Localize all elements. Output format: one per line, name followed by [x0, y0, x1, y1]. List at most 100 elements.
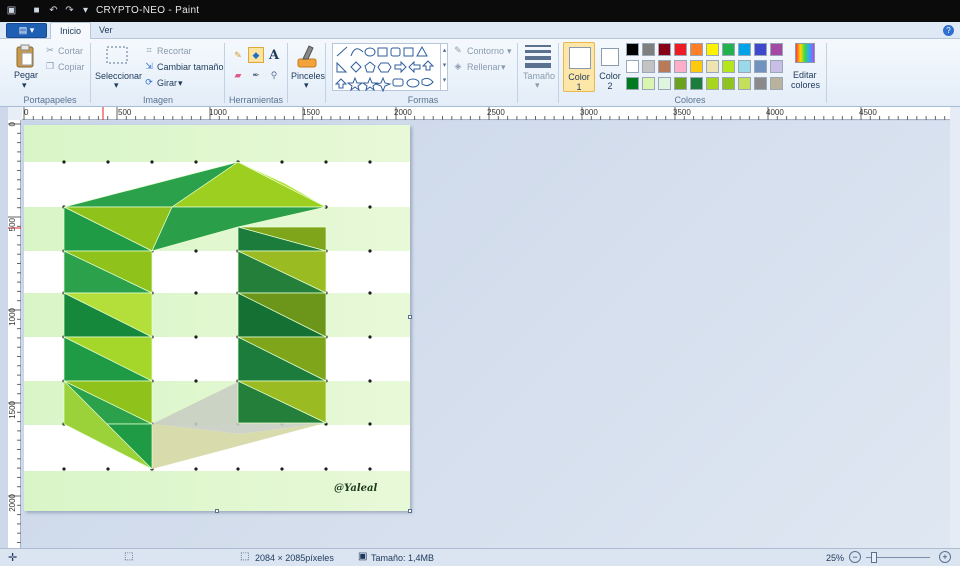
file-size-icon: ▣	[358, 551, 368, 562]
paint-menu-button[interactable]: ▤ ▾	[6, 23, 47, 38]
resize-handle-right[interactable]	[408, 315, 412, 319]
ruler-label: 1500	[8, 401, 17, 419]
shapes-scroll[interactable]: ▴ ▾ ▾	[440, 43, 448, 91]
horizontal-ruler: 0 500 1000 1500 2000 2500 3000 3500 4000…	[22, 107, 950, 120]
palette-swatch[interactable]	[642, 43, 655, 56]
palette-swatch[interactable]	[690, 77, 703, 90]
crop-icon: ⌗	[146, 44, 152, 55]
palette-swatch[interactable]	[770, 77, 783, 90]
zoom-in-button[interactable]: +	[939, 551, 951, 563]
palette-swatch[interactable]	[658, 77, 671, 90]
copy-button[interactable]: Copiar	[58, 62, 85, 72]
palette-swatch[interactable]	[738, 77, 751, 90]
size-icon[interactable]	[525, 45, 551, 68]
edit-colors-label-2[interactable]: colores	[791, 80, 820, 90]
palette-swatch[interactable]	[690, 60, 703, 73]
fill-style-dropdown-icon[interactable]: ▾	[501, 62, 506, 73]
copy-icon: ❐	[45, 60, 55, 71]
fill-style-button[interactable]: Rellenar	[467, 62, 501, 72]
palette-swatch[interactable]	[722, 60, 735, 73]
help-icon[interactable]: ?	[943, 25, 954, 36]
outline-button[interactable]: Contorno	[467, 46, 504, 56]
palette-swatch[interactable]	[658, 43, 671, 56]
ribbon: Pegar ▾ ✂ Cortar ❐ Copiar Portapapeles S…	[0, 39, 960, 107]
color1-button[interactable]: Color 1	[563, 42, 595, 92]
palette-swatch[interactable]	[706, 43, 719, 56]
color-picker-icon[interactable]: ✒	[249, 68, 263, 82]
eraser-icon[interactable]: ▰	[231, 68, 245, 82]
customize-quick-access-icon[interactable]: ▾	[79, 4, 92, 17]
zoom-slider-thumb[interactable]	[871, 552, 877, 563]
ruler-label: 500	[118, 108, 132, 117]
palette-swatch[interactable]	[674, 60, 687, 73]
drawing-canvas[interactable]: @Yaleal	[24, 125, 410, 511]
palette-swatch[interactable]	[626, 77, 639, 90]
group-label-formas: Formas	[407, 95, 439, 105]
paste-button[interactable]: Pegar	[14, 70, 38, 80]
palette-swatch[interactable]	[738, 43, 751, 56]
paste-dropdown-icon[interactable]: ▾	[22, 80, 27, 91]
paint-app-icon[interactable]: ▣	[5, 4, 18, 17]
palette-swatch[interactable]	[770, 43, 783, 56]
selection-size-icon: ⬚	[124, 551, 134, 562]
color2-button[interactable]: Color 2	[596, 42, 624, 92]
group-separator	[517, 43, 518, 103]
palette-swatch[interactable]	[626, 43, 639, 56]
palette-swatch[interactable]	[706, 60, 719, 73]
fill-icon[interactable]: ◆	[248, 47, 264, 63]
palette-swatch[interactable]	[738, 60, 751, 73]
palette-swatch[interactable]	[690, 43, 703, 56]
zoom-out-button[interactable]: −	[849, 551, 861, 563]
ruler-label: 500	[8, 218, 17, 232]
select-icon[interactable]	[105, 45, 129, 65]
undo-icon[interactable]: ↶	[47, 4, 60, 17]
brush-icon[interactable]	[295, 43, 319, 69]
palette-swatch[interactable]	[674, 77, 687, 90]
edit-colors-icon[interactable]	[795, 43, 815, 63]
color-palette	[626, 43, 796, 93]
status-bar: ✛ ⬚ ⬚ 2084 × 2085píxeles ▣ Tamaño: 1,4MB…	[0, 548, 960, 566]
size-dropdown-icon[interactable]: ▾	[535, 80, 540, 91]
vertical-scrollbar[interactable]	[950, 107, 960, 548]
palette-swatch[interactable]	[658, 60, 671, 73]
palette-swatch[interactable]	[722, 77, 735, 90]
crop-button[interactable]: Recortar	[157, 46, 192, 56]
group-label-portapapeles: Portapapeles	[23, 95, 77, 105]
palette-swatch[interactable]	[674, 43, 687, 56]
palette-swatch[interactable]	[642, 60, 655, 73]
palette-swatch[interactable]	[770, 60, 783, 73]
palette-swatch[interactable]	[706, 77, 719, 90]
rotate-button[interactable]: Girar	[157, 78, 177, 88]
ruler-label: 4000	[766, 108, 784, 117]
palette-swatch[interactable]	[754, 43, 767, 56]
palette-swatch[interactable]	[754, 77, 767, 90]
redo-icon[interactable]: ↷	[63, 4, 76, 17]
cursor-position-icon: ✛	[8, 552, 18, 564]
cut-button[interactable]: Cortar	[58, 46, 83, 56]
tab-inicio[interactable]: Inicio	[50, 22, 92, 40]
resize-button[interactable]: Cambiar tamaño	[157, 62, 224, 72]
rotate-dropdown-icon[interactable]: ▾	[178, 78, 183, 89]
ruler-label: 2000	[394, 108, 412, 117]
palette-swatch[interactable]	[722, 43, 735, 56]
edit-colors-label-1[interactable]: Editar	[793, 70, 817, 80]
tab-ver[interactable]: Ver	[90, 22, 122, 39]
paste-icon[interactable]	[14, 44, 36, 68]
palette-swatch[interactable]	[626, 60, 639, 73]
shapes-gallery[interactable]	[332, 43, 449, 93]
canvas-artwork[interactable]: @Yaleal	[24, 125, 410, 511]
pencil-icon[interactable]: ✎	[231, 48, 245, 62]
resize-handle-bottom[interactable]	[215, 509, 219, 513]
save-icon[interactable]: ■	[30, 4, 43, 17]
ruler-label: 0	[24, 108, 29, 117]
outline-dropdown-icon[interactable]: ▾	[507, 46, 512, 57]
palette-swatch[interactable]	[754, 60, 767, 73]
group-separator	[558, 43, 559, 103]
resize-handle-corner[interactable]	[408, 509, 412, 513]
brushes-dropdown-icon[interactable]: ▾	[304, 80, 309, 91]
select-dropdown-icon[interactable]: ▾	[114, 80, 119, 91]
magnifier-icon[interactable]: ⚲	[267, 68, 281, 82]
palette-swatch[interactable]	[642, 77, 655, 90]
text-icon[interactable]: A	[267, 47, 281, 63]
shapes-icons[interactable]	[333, 44, 449, 93]
